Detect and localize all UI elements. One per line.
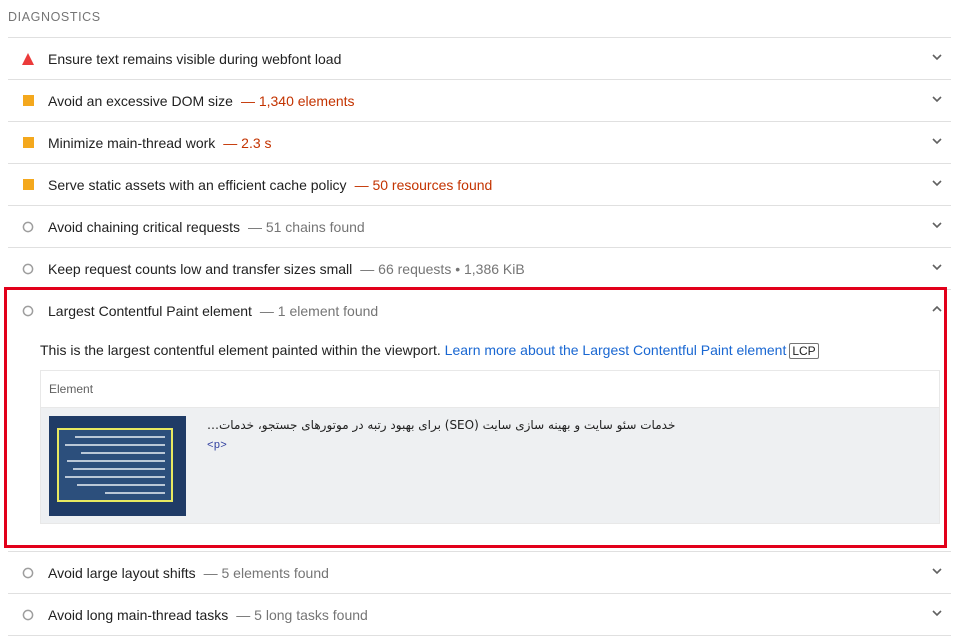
audit-description: This is the largest contentful element p…: [40, 342, 819, 359]
audit-display-value: — 5 long tasks found: [236, 606, 368, 623]
audit-display-value: — 5 elements found: [203, 564, 329, 581]
average-square-icon: [8, 179, 48, 190]
element-table: Element خدمات سئو سایت و بهینه سازی سایت: [40, 370, 940, 524]
chevron-down-icon[interactable]: [931, 606, 943, 622]
audit-dom-size[interactable]: Avoid an excessive DOM size — 1,340 elem…: [8, 79, 951, 121]
audit-request-counts[interactable]: Keep request counts low and transfer siz…: [8, 247, 951, 289]
description-text: This is the largest contentful element p…: [40, 342, 441, 358]
chevron-down-icon[interactable]: [931, 260, 943, 276]
audit-lcp-element-expanded: Largest Contentful Paint element — 1 ele…: [4, 287, 951, 551]
audit-cache-policy[interactable]: Serve static assets with an efficient ca…: [8, 163, 951, 205]
learn-more-link[interactable]: Learn more about the Largest Contentful …: [445, 342, 787, 358]
audit-long-tasks[interactable]: Avoid long main-thread tasks — 5 long ta…: [8, 593, 951, 636]
chevron-down-icon[interactable]: [931, 134, 943, 150]
audit-layout-shifts[interactable]: Avoid large layout shifts — 5 elements f…: [8, 551, 951, 593]
audit-display-value: — 66 requests • 1,386 KiB: [360, 260, 525, 277]
audit-title: Minimize main-thread work: [48, 134, 216, 151]
lcp-badge: LCP: [789, 343, 819, 359]
audit-title: Keep request counts low and transfer siz…: [48, 260, 353, 277]
audit-display-value: — 1,340 elements: [240, 92, 355, 109]
audit-title: Largest Contentful Paint element: [48, 302, 252, 319]
audit-title: Avoid large layout shifts: [48, 564, 196, 581]
audit-title: Ensure text remains visible during webfo…: [48, 50, 342, 67]
audit-title: Serve static assets with an efficient ca…: [48, 176, 347, 193]
info-circle-icon: [8, 263, 48, 275]
chevron-down-icon[interactable]: [931, 176, 943, 192]
audit-title: Avoid long main-thread tasks: [48, 606, 229, 623]
average-square-icon: [8, 137, 48, 148]
audit-display-value: — 2.3 s: [223, 134, 272, 151]
section-title: DIAGNOSTICS: [8, 10, 101, 24]
audit-display-value: — 51 chains found: [247, 218, 365, 235]
element-screenshot-thumbnail: [49, 416, 186, 516]
chevron-up-icon[interactable]: [931, 302, 943, 318]
chevron-down-icon[interactable]: [931, 564, 943, 580]
chevron-down-icon[interactable]: [931, 218, 943, 234]
audit-title: Avoid chaining critical requests: [48, 218, 240, 235]
chevron-down-icon[interactable]: [931, 92, 943, 108]
info-circle-icon: [8, 305, 48, 317]
audit-main-thread-work[interactable]: Minimize main-thread work — 2.3 s: [8, 121, 951, 163]
audit-lcp-element[interactable]: Largest Contentful Paint element — 1 ele…: [8, 290, 951, 331]
audit-webfont[interactable]: Ensure text remains visible during webfo…: [8, 37, 951, 79]
info-circle-icon: [8, 221, 48, 233]
info-circle-icon: [8, 567, 48, 579]
diagnostics-list: Ensure text remains visible during webfo…: [4, 37, 951, 636]
audit-display-value: — 1 element found: [259, 302, 379, 319]
table-row[interactable]: خدمات سئو سایت و بهینه سازی سایت (SEO) ب…: [41, 408, 939, 523]
fail-triangle-icon: [8, 52, 48, 65]
audit-title: Avoid an excessive DOM size: [48, 92, 233, 109]
audit-display-value: — 50 resources found: [354, 176, 493, 193]
info-circle-icon: [8, 609, 48, 621]
chevron-down-icon[interactable]: [931, 50, 943, 66]
audit-critical-requests[interactable]: Avoid chaining critical requests — 51 ch…: [8, 205, 951, 247]
element-snippet: خدمات سئو سایت و بهینه سازی سایت (SEO) ب…: [207, 418, 676, 432]
average-square-icon: [8, 95, 48, 106]
table-header-element: Element: [41, 371, 939, 408]
element-tag: <p>: [207, 440, 227, 452]
